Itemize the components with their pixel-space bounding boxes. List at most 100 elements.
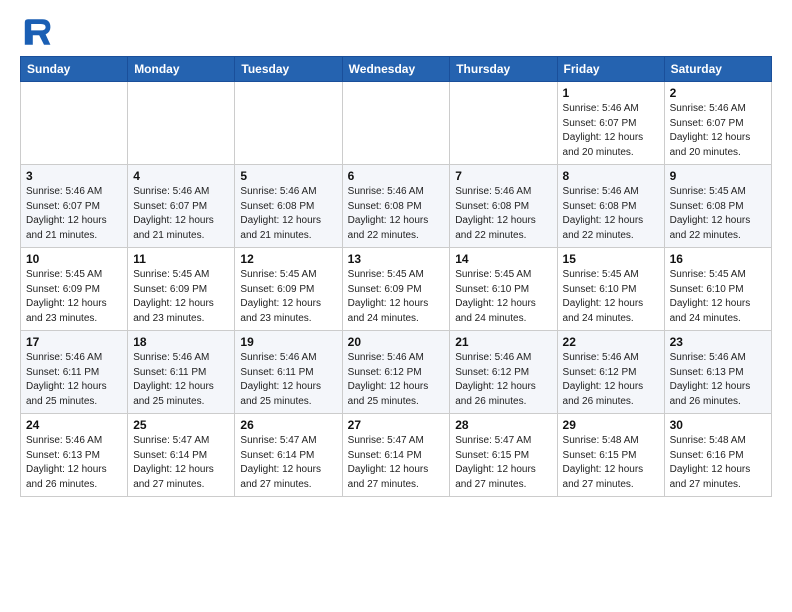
logo: [20, 16, 56, 48]
day-info: Sunrise: 5:46 AM Sunset: 6:08 PM Dayligh…: [348, 185, 445, 243]
day-info: Sunrise: 5:45 AM Sunset: 6:10 PM Dayligh…: [455, 268, 551, 326]
weekday-header: Tuesday: [235, 57, 342, 82]
day-number: 29: [563, 418, 659, 432]
weekday-header: Friday: [557, 57, 664, 82]
calendar-cell: 11 Sunrise: 5:45 AM Sunset: 6:09 PM Dayli…: [128, 248, 235, 331]
day-info: Sunrise: 5:46 AM Sunset: 6:07 PM Dayligh…: [26, 185, 122, 243]
day-number: 9: [670, 169, 766, 183]
day-number: 13: [348, 252, 445, 266]
day-number: 2: [670, 86, 766, 100]
day-number: 5: [240, 169, 336, 183]
calendar-cell: 14 Sunrise: 5:45 AM Sunset: 6:10 PM Dayli…: [450, 248, 557, 331]
calendar-cell: 23 Sunrise: 5:46 AM Sunset: 6:13 PM Dayli…: [664, 331, 771, 414]
day-info: Sunrise: 5:46 AM Sunset: 6:13 PM Dayligh…: [670, 351, 766, 409]
day-number: 20: [348, 335, 445, 349]
day-number: 23: [670, 335, 766, 349]
calendar-cell: 4 Sunrise: 5:46 AM Sunset: 6:07 PM Daylig…: [128, 165, 235, 248]
day-info: Sunrise: 5:47 AM Sunset: 6:15 PM Dayligh…: [455, 434, 551, 492]
calendar-cell: [450, 82, 557, 165]
day-number: 4: [133, 169, 229, 183]
day-info: Sunrise: 5:46 AM Sunset: 6:08 PM Dayligh…: [563, 185, 659, 243]
calendar-cell: 6 Sunrise: 5:46 AM Sunset: 6:08 PM Daylig…: [342, 165, 450, 248]
day-number: 27: [348, 418, 445, 432]
day-info: Sunrise: 5:45 AM Sunset: 6:10 PM Dayligh…: [670, 268, 766, 326]
day-number: 11: [133, 252, 229, 266]
day-number: 30: [670, 418, 766, 432]
day-info: Sunrise: 5:47 AM Sunset: 6:14 PM Dayligh…: [348, 434, 445, 492]
calendar-table: SundayMondayTuesdayWednesdayThursdayFrid…: [20, 56, 772, 497]
calendar-cell: 29 Sunrise: 5:48 AM Sunset: 6:15 PM Dayli…: [557, 414, 664, 497]
day-number: 16: [670, 252, 766, 266]
day-info: Sunrise: 5:46 AM Sunset: 6:07 PM Dayligh…: [670, 102, 766, 160]
calendar-cell: 7 Sunrise: 5:46 AM Sunset: 6:08 PM Daylig…: [450, 165, 557, 248]
day-info: Sunrise: 5:45 AM Sunset: 6:09 PM Dayligh…: [240, 268, 336, 326]
calendar-cell: 3 Sunrise: 5:46 AM Sunset: 6:07 PM Daylig…: [21, 165, 128, 248]
day-number: 6: [348, 169, 445, 183]
day-info: Sunrise: 5:46 AM Sunset: 6:12 PM Dayligh…: [563, 351, 659, 409]
day-info: Sunrise: 5:48 AM Sunset: 6:16 PM Dayligh…: [670, 434, 766, 492]
day-info: Sunrise: 5:48 AM Sunset: 6:15 PM Dayligh…: [563, 434, 659, 492]
day-number: 21: [455, 335, 551, 349]
calendar-cell: 17 Sunrise: 5:46 AM Sunset: 6:11 PM Dayli…: [21, 331, 128, 414]
calendar-cell: 10Sunrise: 5:45 AM Sunset: 6:09 PM Dayli…: [21, 248, 128, 331]
calendar-cell: 19 Sunrise: 5:46 AM Sunset: 6:11 PM Dayli…: [235, 331, 342, 414]
calendar-cell: 16 Sunrise: 5:45 AM Sunset: 6:10 PM Dayli…: [664, 248, 771, 331]
day-info: Sunrise: 5:46 AM Sunset: 6:07 PM Dayligh…: [563, 102, 659, 160]
day-number: 12: [240, 252, 336, 266]
day-info: Sunrise: 5:46 AM Sunset: 6:12 PM Dayligh…: [348, 351, 445, 409]
day-number: 10: [26, 252, 122, 266]
day-info: Sunrise: 5:46 AM Sunset: 6:08 PM Dayligh…: [455, 185, 551, 243]
day-info: Sunrise: 5:46 AM Sunset: 6:12 PM Dayligh…: [455, 351, 551, 409]
logo-icon: [20, 16, 52, 48]
day-number: 3: [26, 169, 122, 183]
calendar-cell: 26 Sunrise: 5:47 AM Sunset: 6:14 PM Dayli…: [235, 414, 342, 497]
day-number: 15: [563, 252, 659, 266]
day-info: Sunrise: 5:46 AM Sunset: 6:11 PM Dayligh…: [240, 351, 336, 409]
calendar-cell: 2 Sunrise: 5:46 AM Sunset: 6:07 PM Daylig…: [664, 82, 771, 165]
calendar-cell: 8 Sunrise: 5:46 AM Sunset: 6:08 PM Daylig…: [557, 165, 664, 248]
day-info: Sunrise: 5:47 AM Sunset: 6:14 PM Dayligh…: [240, 434, 336, 492]
calendar-cell: 9 Sunrise: 5:45 AM Sunset: 6:08 PM Daylig…: [664, 165, 771, 248]
day-info: Sunrise: 5:46 AM Sunset: 6:11 PM Dayligh…: [133, 351, 229, 409]
calendar-cell: 25 Sunrise: 5:47 AM Sunset: 6:14 PM Dayli…: [128, 414, 235, 497]
day-info: Sunrise: 5:45 AM Sunset: 6:10 PM Dayligh…: [563, 268, 659, 326]
day-info: Sunrise: 5:45 AM Sunset: 6:09 PM Dayligh…: [348, 268, 445, 326]
calendar-cell: [21, 82, 128, 165]
calendar-cell: 13 Sunrise: 5:45 AM Sunset: 6:09 PM Dayli…: [342, 248, 450, 331]
calendar-cell: 1Sunrise: 5:46 AM Sunset: 6:07 PM Daylig…: [557, 82, 664, 165]
calendar-cell: 27 Sunrise: 5:47 AM Sunset: 6:14 PM Dayli…: [342, 414, 450, 497]
day-number: 14: [455, 252, 551, 266]
day-info: Sunrise: 5:46 AM Sunset: 6:11 PM Dayligh…: [26, 351, 122, 409]
calendar-cell: 28 Sunrise: 5:47 AM Sunset: 6:15 PM Dayli…: [450, 414, 557, 497]
weekday-header: Wednesday: [342, 57, 450, 82]
weekday-header: Saturday: [664, 57, 771, 82]
calendar-cell: 21 Sunrise: 5:46 AM Sunset: 6:12 PM Dayli…: [450, 331, 557, 414]
day-number: 28: [455, 418, 551, 432]
calendar-cell: 22Sunrise: 5:46 AM Sunset: 6:12 PM Dayli…: [557, 331, 664, 414]
calendar-cell: [128, 82, 235, 165]
weekday-header: Thursday: [450, 57, 557, 82]
day-info: Sunrise: 5:45 AM Sunset: 6:09 PM Dayligh…: [133, 268, 229, 326]
calendar-cell: 30 Sunrise: 5:48 AM Sunset: 6:16 PM Dayli…: [664, 414, 771, 497]
calendar-cell: 15 Sunrise: 5:45 AM Sunset: 6:10 PM Dayli…: [557, 248, 664, 331]
day-number: 8: [563, 169, 659, 183]
day-number: 19: [240, 335, 336, 349]
day-info: Sunrise: 5:46 AM Sunset: 6:13 PM Dayligh…: [26, 434, 122, 492]
day-number: 25: [133, 418, 229, 432]
day-info: Sunrise: 5:45 AM Sunset: 6:08 PM Dayligh…: [670, 185, 766, 243]
day-number: 26: [240, 418, 336, 432]
day-number: 17: [26, 335, 122, 349]
day-info: Sunrise: 5:46 AM Sunset: 6:08 PM Dayligh…: [240, 185, 336, 243]
day-info: Sunrise: 5:47 AM Sunset: 6:14 PM Dayligh…: [133, 434, 229, 492]
day-info: Sunrise: 5:46 AM Sunset: 6:07 PM Dayligh…: [133, 185, 229, 243]
day-number: 7: [455, 169, 551, 183]
weekday-header: Monday: [128, 57, 235, 82]
day-number: 24: [26, 418, 122, 432]
calendar-cell: 18 Sunrise: 5:46 AM Sunset: 6:11 PM Dayli…: [128, 331, 235, 414]
calendar-cell: 20 Sunrise: 5:46 AM Sunset: 6:12 PM Dayli…: [342, 331, 450, 414]
weekday-header: Sunday: [21, 57, 128, 82]
page-header: [20, 16, 772, 48]
calendar-cell: 12 Sunrise: 5:45 AM Sunset: 6:09 PM Dayli…: [235, 248, 342, 331]
day-number: 18: [133, 335, 229, 349]
calendar-cell: [342, 82, 450, 165]
